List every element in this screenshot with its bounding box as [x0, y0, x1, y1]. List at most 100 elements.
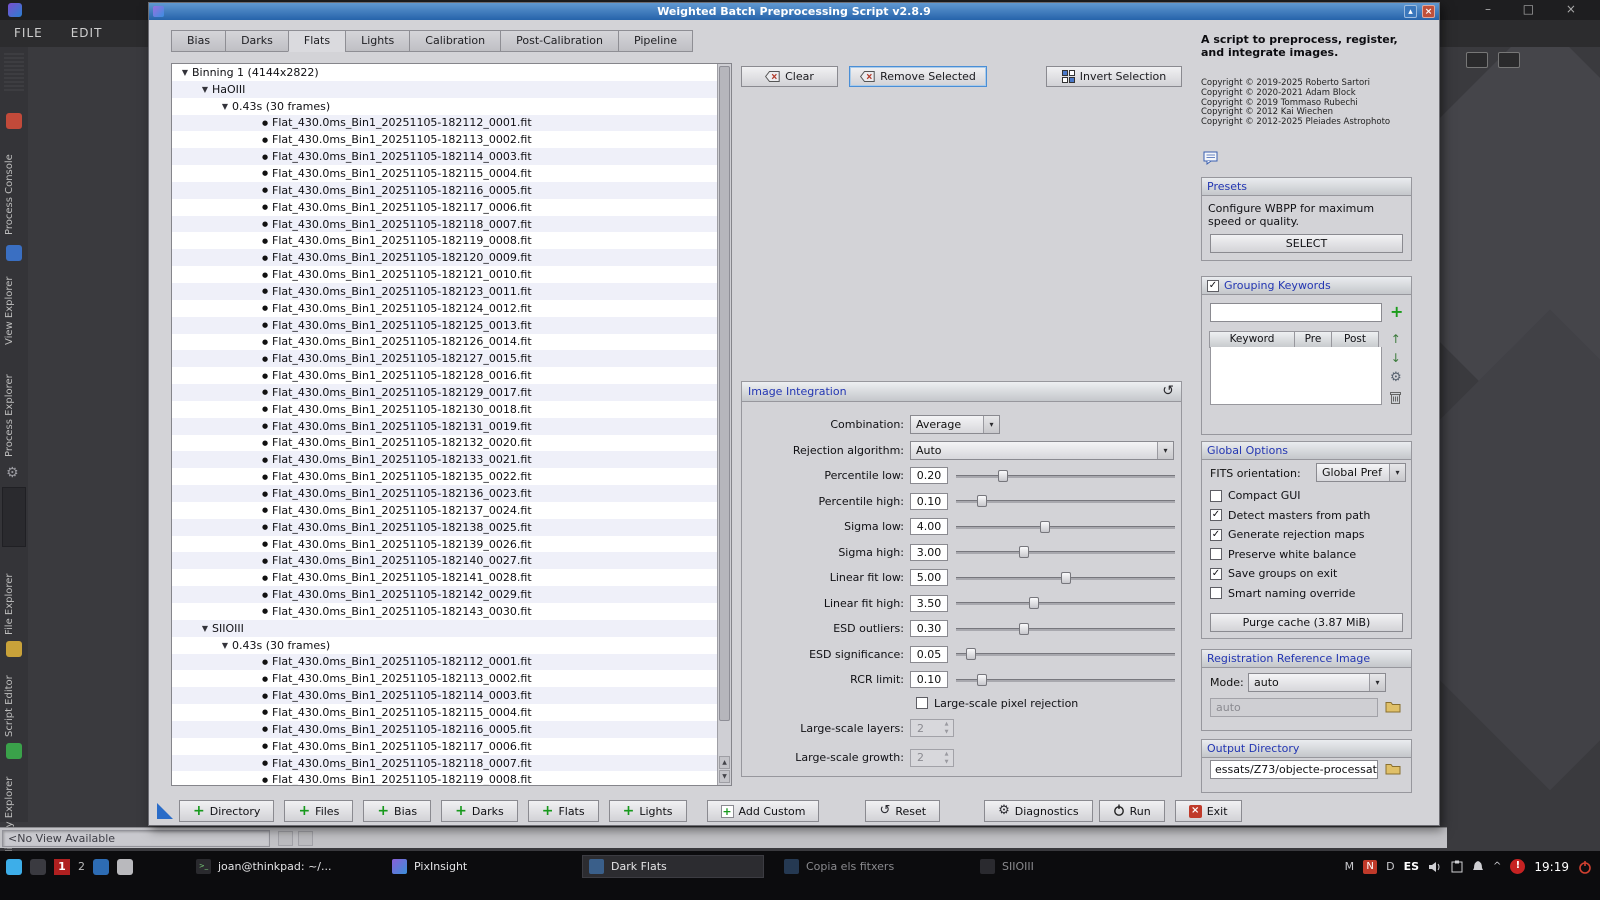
files-button[interactable]: +Files [284, 800, 353, 822]
menu-edit[interactable]: EDIT [57, 20, 117, 40]
grouping-keywords-checkbox[interactable]: ✓ [1207, 280, 1219, 292]
tree-file[interactable]: ●Flat_430.0ms_Bin1_20251105-182133_0021.… [172, 451, 717, 468]
param-slider[interactable] [956, 545, 1175, 559]
tree-file[interactable]: ●Flat_430.0ms_Bin1_20251105-182130_0018.… [172, 401, 717, 418]
move-up-icon[interactable]: ↑ [1391, 333, 1401, 345]
view-explorer-icon[interactable] [6, 245, 22, 261]
tree-file[interactable]: ●Flat_430.0ms_Bin1_20251105-182114_0003.… [172, 687, 717, 704]
checkbox-icon[interactable] [1210, 548, 1222, 560]
taskbar-icon[interactable] [30, 859, 46, 875]
tree-file[interactable]: ●Flat_430.0ms_Bin1_20251105-182121_0010.… [172, 266, 717, 283]
folder-icon[interactable] [1385, 700, 1401, 713]
reset-defaults-icon[interactable]: ↺ [1162, 382, 1174, 401]
reset-button[interactable]: ↺Reset [865, 800, 940, 822]
tree-expand-icon[interactable]: ▼ [178, 68, 192, 77]
tree-file[interactable]: ●Flat_430.0ms_Bin1_20251105-182125_0013.… [172, 317, 717, 334]
tree-file[interactable]: ●Flat_430.0ms_Bin1_20251105-182120_0009.… [172, 249, 717, 266]
tree-file[interactable]: ●Flat_430.0ms_Bin1_20251105-182123_0011.… [172, 283, 717, 300]
tree-node-exposure[interactable]: ▼0.43s (30 frames) [172, 98, 717, 115]
option-preserve-white-balance[interactable]: Preserve white balance [1202, 545, 1411, 565]
scroll-up-icon[interactable]: ▲ [719, 756, 730, 769]
tree-file[interactable]: ●Flat_430.0ms_Bin1_20251105-182127_0015.… [172, 350, 717, 367]
keyword-column-post[interactable]: Post [1331, 331, 1379, 348]
tree-file[interactable]: ●Flat_430.0ms_Bin1_20251105-182119_0008.… [172, 232, 717, 249]
bell-icon[interactable] [1472, 860, 1484, 873]
tab-pipeline[interactable]: Pipeline [618, 30, 693, 52]
tab-post-calibration[interactable]: Post-Calibration [500, 30, 619, 52]
dialog-titlebar[interactable]: Weighted Batch Preprocessing Script v2.8… [149, 3, 1439, 20]
clear-button[interactable]: Clear [741, 66, 838, 87]
tray-expand-icon[interactable]: ^ [1493, 861, 1501, 872]
tree-file[interactable]: ●Flat_430.0ms_Bin1_20251105-182129_0017.… [172, 384, 717, 401]
tab-flats[interactable]: Flats [288, 30, 346, 52]
slider-handle[interactable] [1019, 623, 1029, 635]
task-joan-thinkpad[interactable]: >_joan@thinkpad: ~/... [190, 856, 372, 877]
power-icon[interactable] [1578, 860, 1592, 874]
param-slider[interactable] [956, 622, 1175, 636]
gear-icon[interactable]: ⚙ [1390, 371, 1402, 384]
tab-calibration[interactable]: Calibration [409, 30, 501, 52]
process-console-icon[interactable] [6, 113, 22, 129]
clock[interactable]: 19:19 [1534, 860, 1569, 874]
tree-file[interactable]: ●Flat_430.0ms_Bin1_20251105-182136_0023.… [172, 485, 717, 502]
param-value-input[interactable]: 0.20 [910, 467, 948, 484]
tree-expand-icon[interactable]: ▼ [218, 102, 232, 111]
sidebar-item-process-console[interactable]: Process Console [4, 139, 24, 235]
presets-select-button[interactable]: SELECT [1210, 234, 1403, 253]
lights-button[interactable]: +Lights [609, 800, 687, 822]
tree-file[interactable]: ●Flat_430.0ms_Bin1_20251105-182126_0014.… [172, 334, 717, 351]
slider-handle[interactable] [1019, 546, 1029, 558]
keyword-list[interactable] [1210, 347, 1382, 405]
add-custom-button[interactable]: +Add Custom [707, 800, 820, 822]
tray-icon-m[interactable]: M [1345, 860, 1355, 873]
tree-expand-icon[interactable]: ▼ [218, 641, 232, 650]
tree-file[interactable]: ●Flat_430.0ms_Bin1_20251105-182113_0002.… [172, 131, 717, 148]
tree-file[interactable]: ●Flat_430.0ms_Bin1_20251105-182139_0026.… [172, 536, 717, 553]
param-slider[interactable] [956, 494, 1175, 508]
run-button[interactable]: Run [1099, 800, 1165, 822]
taskbar-icon[interactable] [93, 859, 109, 875]
param-value-input[interactable]: 0.05 [910, 646, 948, 663]
tab-darks[interactable]: Darks [225, 30, 289, 52]
slider-handle[interactable] [1029, 597, 1039, 609]
param-value-input[interactable]: 4.00 [910, 518, 948, 535]
shade-button[interactable]: ▴ [1404, 5, 1417, 18]
move-down-icon[interactable]: ↓ [1391, 352, 1401, 364]
tree-expand-icon[interactable]: ▼ [198, 85, 212, 94]
fits-orientation-select[interactable]: Global Pref ▾ [1316, 463, 1406, 482]
tree-file[interactable]: ●Flat_430.0ms_Bin1_20251105-182112_0001.… [172, 115, 717, 132]
comment-icon[interactable] [1203, 151, 1219, 165]
slider-handle[interactable] [1061, 572, 1071, 584]
slider-handle[interactable] [966, 648, 976, 660]
gear-icon[interactable]: ⚙ [6, 465, 22, 481]
tree-node-filter-siioiii[interactable]: ▼SIIOIII [172, 620, 717, 637]
trash-icon[interactable] [1390, 391, 1401, 404]
flats-button[interactable]: +Flats [528, 800, 599, 822]
tree-file[interactable]: ●Flat_430.0ms_Bin1_20251105-182117_0006.… [172, 199, 717, 216]
tree-file[interactable]: ●Flat_430.0ms_Bin1_20251105-182143_0030.… [172, 603, 717, 620]
tray-icon-n[interactable]: N [1363, 860, 1377, 874]
option-save-groups-on-exit[interactable]: ✓Save groups on exit [1202, 564, 1411, 584]
option-smart-naming-override[interactable]: Smart naming override [1202, 584, 1411, 604]
checkbox-icon[interactable] [1210, 490, 1222, 502]
slider-handle[interactable] [977, 495, 987, 507]
slider-handle[interactable] [1040, 521, 1050, 533]
param-slider[interactable] [956, 571, 1175, 585]
tree-file[interactable]: ●Flat_430.0ms_Bin1_20251105-182118_0007.… [172, 216, 717, 233]
sidebar-item-script-editor[interactable]: Script Editor [4, 661, 24, 737]
param-slider[interactable] [956, 673, 1175, 687]
param-slider[interactable] [956, 596, 1175, 610]
purge-cache-button[interactable]: Purge cache (3.87 MiB) [1210, 613, 1403, 632]
checkbox-icon[interactable]: ✓ [1210, 509, 1222, 521]
option-generate-rejection-maps[interactable]: ✓Generate rejection maps [1202, 525, 1411, 545]
exit-button[interactable]: ×Exit [1175, 800, 1242, 822]
tab-bias[interactable]: Bias [171, 30, 226, 52]
window-controls[interactable]: – □ × [1485, 2, 1590, 16]
tree-scrollbar[interactable]: ▲ ▼ [717, 64, 731, 785]
sidebar-active-slot[interactable] [2, 487, 26, 547]
new-instance-icon[interactable] [157, 803, 173, 819]
param-value-input[interactable]: 0.30 [910, 620, 948, 637]
keyword-input[interactable] [1210, 303, 1382, 322]
param-value-input[interactable]: 5.00 [910, 569, 948, 586]
remove-selected-button[interactable]: Remove Selected [849, 66, 987, 87]
